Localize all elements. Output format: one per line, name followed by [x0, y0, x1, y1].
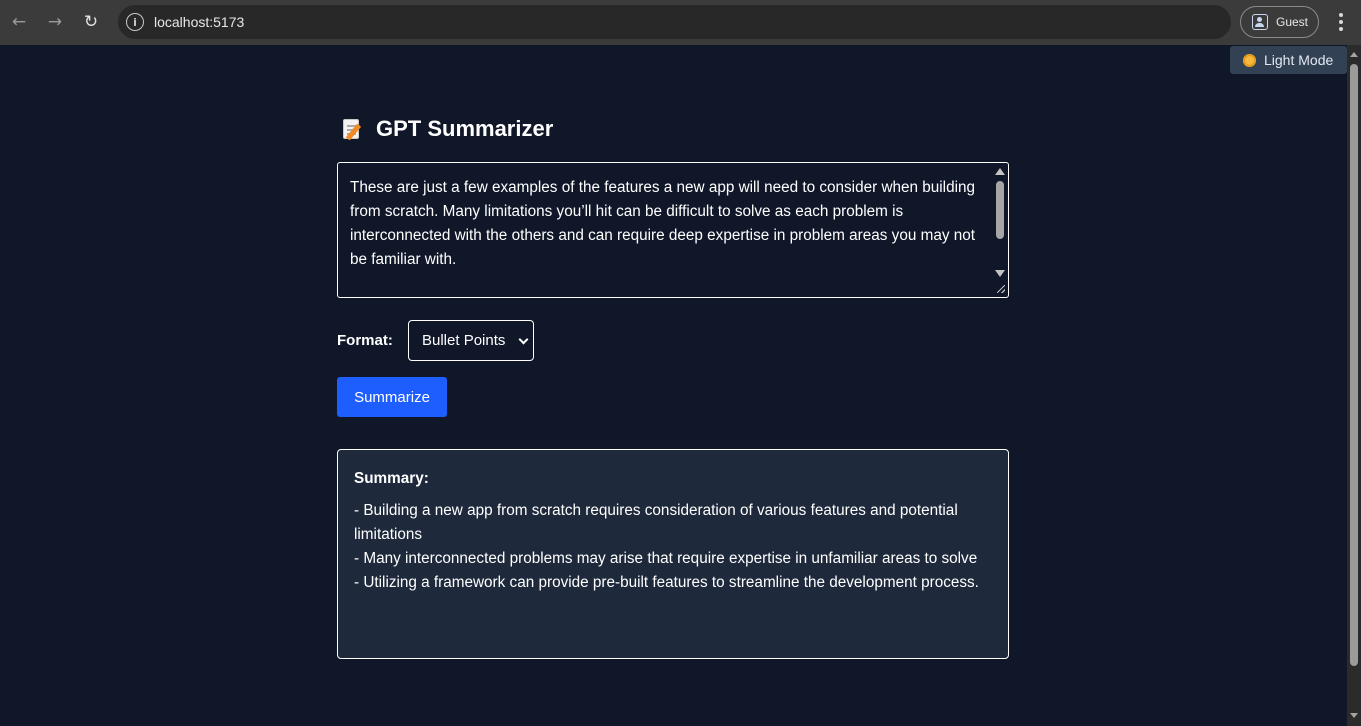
scroll-down-arrow-icon[interactable] — [1350, 713, 1358, 718]
browser-toolbar: ← → ↻ i localhost:5173 Guest — [0, 0, 1361, 45]
textarea-scroll-thumb[interactable] — [996, 181, 1004, 239]
input-textarea[interactable]: These are just a few examples of the fea… — [337, 162, 1009, 298]
page-title: GPT Summarizer — [342, 116, 553, 142]
textarea-scroll-up-icon[interactable] — [995, 168, 1005, 175]
textarea-scrollbar[interactable] — [993, 164, 1007, 296]
page-title-text: GPT Summarizer — [376, 116, 554, 141]
format-label: Format: — [337, 332, 393, 349]
light-mode-button[interactable]: Light Mode — [1230, 46, 1347, 74]
profile-icon — [1252, 14, 1268, 30]
menu-kebab-icon[interactable] — [1334, 11, 1348, 33]
arrow-left-icon: ← — [11, 12, 27, 32]
forward-button[interactable]: → — [42, 9, 68, 35]
url-text[interactable]: localhost:5173 — [154, 14, 244, 30]
summary-line: - Many interconnected problems may arise… — [354, 550, 978, 567]
site-info-icon[interactable]: i — [126, 13, 144, 31]
format-selected-value: Bullet Points — [422, 332, 506, 349]
scroll-thumb[interactable] — [1350, 64, 1358, 666]
textarea-scroll-down-icon[interactable] — [995, 270, 1005, 277]
chevron-down-icon — [518, 334, 529, 345]
sun-icon — [1243, 53, 1256, 67]
reload-icon: ↻ — [83, 12, 99, 32]
arrow-right-icon: → — [47, 12, 63, 32]
reload-button[interactable]: ↻ — [78, 9, 104, 35]
light-mode-label: Light Mode — [1264, 52, 1334, 68]
summarize-button[interactable]: Summarize — [337, 377, 447, 417]
back-button[interactable]: ← — [6, 9, 32, 35]
profile-button[interactable]: Guest — [1240, 6, 1319, 38]
memo-icon — [342, 117, 364, 141]
profile-label: Guest — [1276, 15, 1309, 29]
summary-panel: Summary: - Building a new app from scrat… — [337, 449, 1009, 659]
summary-heading: Summary: — [354, 470, 429, 487]
summary-line: - Building a new app from scratch requir… — [354, 502, 958, 543]
scroll-up-arrow-icon[interactable] — [1350, 52, 1358, 57]
address-bar[interactable]: i localhost:5173 — [118, 5, 1231, 39]
resize-handle-icon[interactable] — [997, 285, 1005, 293]
format-select[interactable]: Bullet Points — [408, 320, 534, 361]
page-scrollbar[interactable] — [1347, 45, 1361, 726]
summary-line: - Utilizing a framework can provide pre-… — [354, 574, 979, 591]
